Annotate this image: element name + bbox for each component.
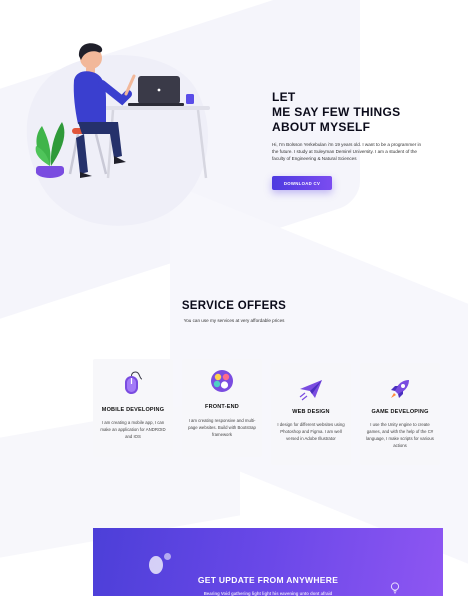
service-card-gamedev[interactable]: GAME DEVELOPING I use the Unity engine t… xyxy=(360,363,440,465)
service-card-mobile[interactable]: MOBILE DEVELOPING I am creating a mobile… xyxy=(93,359,173,457)
service-card-description: I am creating a mobile app, I can make a… xyxy=(100,420,166,439)
about-block: LET ME SAY FEW THINGS ABOUT MYSELF Hi, I… xyxy=(272,90,452,190)
service-card-description: I am creating responsive and multi-page … xyxy=(188,418,256,437)
service-card-webdesign[interactable]: WEB DESIGN I design for different websit… xyxy=(271,363,351,465)
update-banner: GET UPDATE FROM ANYWHERE Bearing Void ga… xyxy=(93,528,443,596)
service-card-title: WEB DESIGN xyxy=(292,409,330,415)
services-header: SERVICE OFFERS You can use my services a… xyxy=(0,300,468,323)
developer-illustration xyxy=(26,43,210,226)
service-card-title: GAME DEVELOPING xyxy=(371,409,429,415)
hero-section: LET ME SAY FEW THINGS ABOUT MYSELF Hi, I… xyxy=(0,0,468,250)
service-card-frontend[interactable]: FRONT-END I am creating responsive and m… xyxy=(182,359,262,457)
mouse-icon xyxy=(93,369,173,397)
service-card-title: FRONT-END xyxy=(205,404,239,410)
service-card-description: I design for different websites using Ph… xyxy=(277,422,345,441)
update-subtitle: Bearing Void gathering light light his e… xyxy=(203,591,333,596)
about-description: Hi, I'm Bolsson Yerkebulan i'm 19 years … xyxy=(272,142,422,161)
service-card-title: MOBILE DEVELOPING xyxy=(101,407,165,413)
about-title: LET ME SAY FEW THINGS ABOUT MYSELF xyxy=(272,90,401,134)
update-title: GET UPDATE FROM ANYWHERE xyxy=(197,575,339,585)
decorative-bubble xyxy=(149,556,163,574)
decorative-bubble xyxy=(164,553,171,560)
download-cv-button[interactable]: DOWNLOAD CV xyxy=(272,176,332,190)
services-cards: MOBILE DEVELOPING I am creating a mobile… xyxy=(93,359,443,469)
palette-icon xyxy=(182,367,262,395)
rocket-icon xyxy=(360,375,440,403)
services-title: SERVICE OFFERS xyxy=(181,300,287,312)
service-card-description: I use the Unity engine to create games, … xyxy=(366,422,434,448)
paper-plane-icon xyxy=(271,375,351,403)
services-subtitle: You can use my services at very affordab… xyxy=(183,318,285,323)
